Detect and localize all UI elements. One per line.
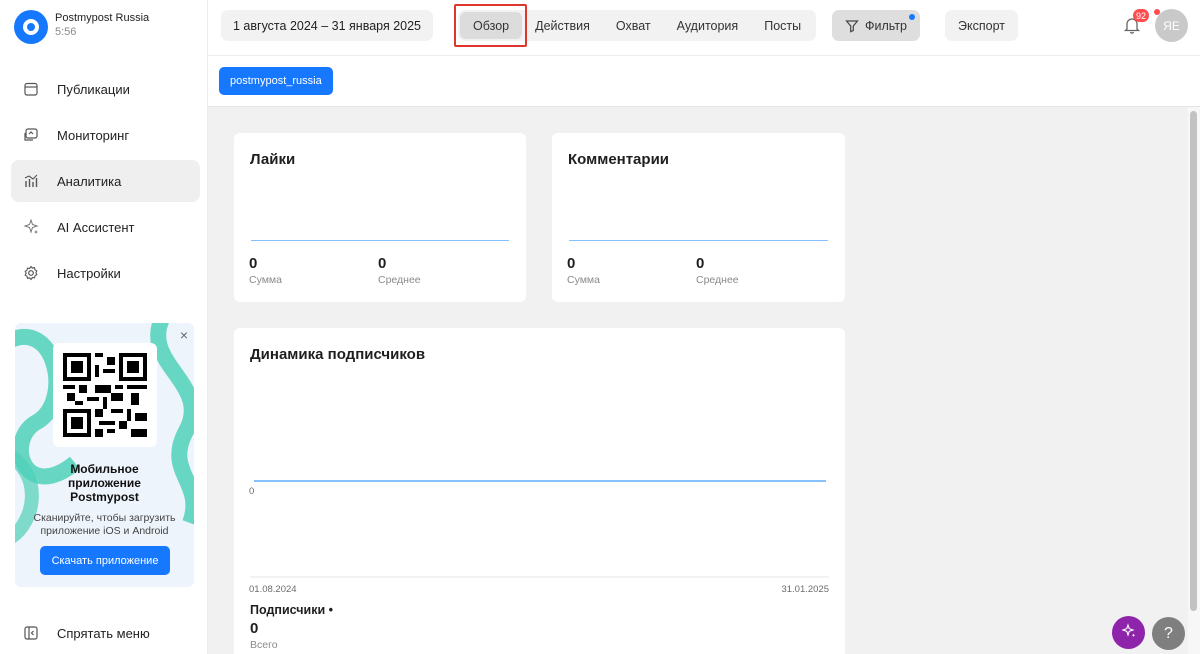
close-icon[interactable]: ×: [180, 327, 188, 343]
subscribers-legend: Подписчики •: [250, 603, 333, 617]
comments-avg-value: 0: [696, 255, 705, 272]
comments-avg: 0 Среднее: [696, 255, 739, 286]
sidebar-item-label: Публикации: [57, 81, 130, 97]
hide-menu-button[interactable]: Спрятать меню: [11, 612, 150, 654]
likes-sparkline: [251, 240, 509, 241]
scrollbar-thumb[interactable]: [1190, 111, 1197, 611]
notification-badge: 92: [1133, 9, 1150, 22]
tab-reach[interactable]: Охват: [603, 12, 664, 39]
filter-active-dot: [909, 14, 915, 20]
date-range-picker[interactable]: 1 августа 2024 – 31 января 2025: [221, 10, 434, 41]
avatar[interactable]: ЯЕ: [1155, 9, 1188, 42]
likes-sum: 0 Сумма: [249, 255, 282, 286]
help-button[interactable]: ?: [1152, 617, 1185, 650]
sidebar-item-label: AI Ассистент: [57, 219, 135, 235]
likes-avg-value: 0: [378, 255, 387, 272]
sparkle-icon: [23, 219, 39, 235]
sidebar-nav: Публикации Мониторинг Аналитика AI Ассис…: [11, 68, 200, 298]
account-time: 5:56: [55, 26, 77, 38]
comments-sum: 0 Сумма: [567, 255, 600, 286]
likes-title: Лайки: [250, 151, 296, 168]
promo-subtitle: Сканируйте, чтобы загрузить приложение i…: [33, 512, 176, 537]
analytics-tabs: Обзор Действия Охват Аудитория Посты: [458, 10, 817, 41]
comments-title: Комментарии: [568, 151, 670, 168]
main-content: Лайки 0 Сумма 0 Среднее Комментарии 0 Су…: [208, 107, 1188, 654]
sparkle-icon: [1120, 622, 1137, 643]
subscribers-total-value: 0: [250, 620, 259, 637]
tab-overview[interactable]: Обзор: [460, 12, 523, 39]
mobile-app-promo: × Мобильное приложение Postmypost Сканир…: [15, 323, 194, 587]
filter-icon: [845, 19, 859, 33]
comments-avg-label: Среднее: [696, 274, 739, 286]
calendar-icon: [23, 81, 39, 97]
filter-button[interactable]: Фильтр: [832, 10, 920, 41]
monitoring-icon: [23, 127, 39, 143]
sidebar-item-monitoring[interactable]: Мониторинг: [11, 114, 200, 156]
hide-menu-label: Спрятать меню: [57, 625, 150, 641]
download-app-button[interactable]: Скачать приложение: [40, 546, 170, 575]
ai-assistant-button[interactable]: [1112, 616, 1145, 649]
tab-audience[interactable]: Аудитория: [664, 12, 752, 39]
sidebar-item-label: Мониторинг: [57, 127, 130, 143]
x-tick-label: 01.08.2024: [249, 584, 297, 595]
scrollbar[interactable]: [1188, 107, 1200, 654]
comments-sum-label: Сумма: [567, 274, 600, 286]
export-button[interactable]: Экспорт: [945, 10, 1018, 41]
sidebar-item-label: Настройки: [57, 265, 121, 281]
tab-actions[interactable]: Действия: [522, 12, 603, 39]
x-tick-label: 31.01.2025: [781, 584, 829, 595]
account-name: Postmypost Russia: [55, 12, 150, 24]
top-toolbar: 1 августа 2024 – 31 января 2025 Обзор Де…: [208, 0, 1200, 56]
account-switcher[interactable]: Postmypost Russia 5:56: [14, 10, 149, 44]
sidebar-item-settings[interactable]: Настройки: [11, 252, 200, 294]
tab-posts[interactable]: Посты: [751, 12, 814, 39]
sidebar: Postmypost Russia 5:56 Публикации Монито…: [0, 0, 208, 654]
analytics-icon: [23, 173, 39, 189]
avatar-status-dot: [1154, 9, 1160, 15]
likes-avg: 0 Среднее: [378, 255, 421, 286]
account-chip[interactable]: postmypost_russia: [219, 67, 333, 95]
filter-label: Фильтр: [865, 18, 907, 33]
sidebar-item-analytics[interactable]: Аналитика: [11, 160, 200, 202]
sidebar-item-label: Аналитика: [57, 173, 122, 189]
likes-card: Лайки 0 Сумма 0 Среднее: [234, 133, 526, 302]
comments-card: Комментарии 0 Сумма 0 Среднее: [552, 133, 845, 302]
y-tick-label: 0: [249, 486, 254, 497]
qr-code: [53, 343, 157, 447]
sidebar-item-ai-assistant[interactable]: AI Ассистент: [11, 206, 200, 248]
subscribers-total-label: Всего: [250, 639, 278, 651]
collapse-sidebar-icon: [23, 625, 39, 641]
sidebar-item-publications[interactable]: Публикации: [11, 68, 200, 110]
gear-icon: [23, 265, 39, 281]
likes-sum-label: Сумма: [249, 274, 282, 286]
comments-sum-value: 0: [567, 255, 576, 272]
postmypost-logo: [14, 10, 48, 44]
subscribers-line-chart: 0 01.08.2024 31.01.2025: [249, 480, 829, 595]
promo-title: Мобильное приложение Postmypost: [68, 462, 141, 504]
subscribers-chart-card: Динамика подписчиков 0 01.08.2024 31.01.…: [234, 328, 845, 654]
likes-sum-value: 0: [249, 255, 258, 272]
likes-avg-label: Среднее: [378, 274, 421, 286]
comments-sparkline: [569, 240, 828, 241]
help-icon: ?: [1164, 624, 1173, 642]
